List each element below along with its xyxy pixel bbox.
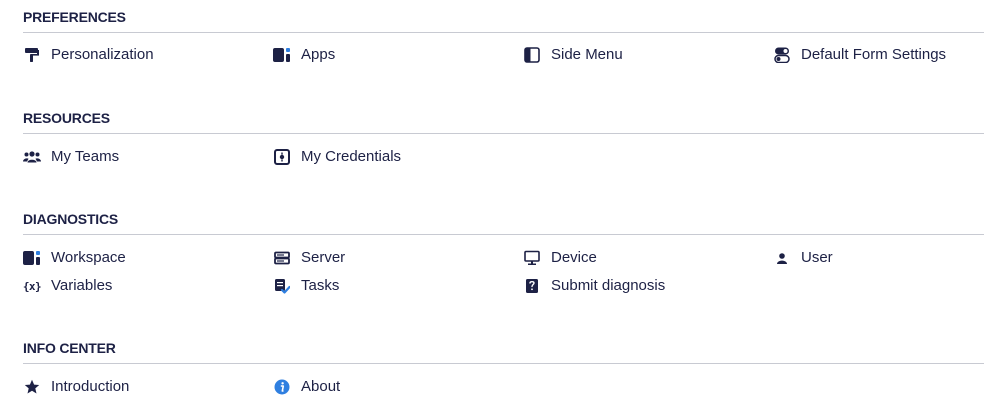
variables-icon: {x} [22,279,42,293]
menu-item-label: Default Form Settings [801,46,947,63]
section-title-resources: RESOURCES [23,110,110,126]
menu-item-label: Workspace [51,249,126,266]
menu-item-label: Device [551,249,597,266]
side-menu-icon [523,46,541,64]
menu-item-default-form-settings[interactable]: Default Form Settings [773,44,946,66]
divider [23,32,984,33]
monitor-icon [523,249,541,267]
menu-item-submit-diagnosis[interactable]: Submit diagnosis [523,275,665,297]
menu-item-label: Introduction [51,378,130,395]
menu-item-tasks[interactable]: Tasks [273,275,339,297]
menu-item-label: About [301,378,341,395]
menu-item-label: Apps [301,46,336,63]
toggle-settings-icon [773,46,791,64]
menu-item-server[interactable]: Server [273,247,345,269]
section-title-preferences: PREFERENCES [23,9,126,25]
menu-item-side-menu[interactable]: Side Menu [523,44,623,66]
menu-item-label: Tasks [301,277,340,294]
menu-item-label: Variables [51,277,113,294]
star-icon [23,378,41,396]
menu-item-label: Submit diagnosis [551,277,666,294]
menu-item-label: My Teams [51,148,120,165]
info-icon [273,378,291,396]
menu-item-workspace[interactable]: Workspace [23,247,126,269]
menu-item-user[interactable]: User [773,247,833,269]
divider [23,133,984,134]
tasks-icon [273,277,291,295]
paint-roller-icon [23,46,41,64]
divider [23,363,984,364]
menu-item-personalization[interactable]: Personalization [23,44,154,66]
menu-item-label: User [801,249,833,266]
users-icon [23,148,41,166]
workspace-icon [23,249,41,267]
menu-item-my-teams[interactable]: My Teams [23,146,119,168]
section-title-diagnostics: DIAGNOSTICS [23,211,119,227]
divider [23,234,984,235]
menu-item-about[interactable]: About [273,376,340,398]
menu-item-introduction[interactable]: Introduction [23,376,129,398]
menu-item-label: My Credentials [301,148,402,165]
menu-item-apps[interactable]: Apps [273,44,335,66]
user-icon [773,249,791,267]
menu-item-device[interactable]: Device [523,247,597,269]
apps-icon [273,46,291,64]
submit-diagnosis-icon [523,277,541,295]
menu-item-my-credentials[interactable]: My Credentials [273,146,401,168]
menu-item-label: Server [301,249,346,266]
credentials-safe-icon [273,148,291,166]
menu-item-label: Personalization [51,46,154,63]
menu-item-variables[interactable]: {x} Variables [22,275,113,297]
menu-item-label: Side Menu [551,46,623,63]
server-icon [273,249,291,267]
section-title-info-center: INFO CENTER [23,340,116,356]
